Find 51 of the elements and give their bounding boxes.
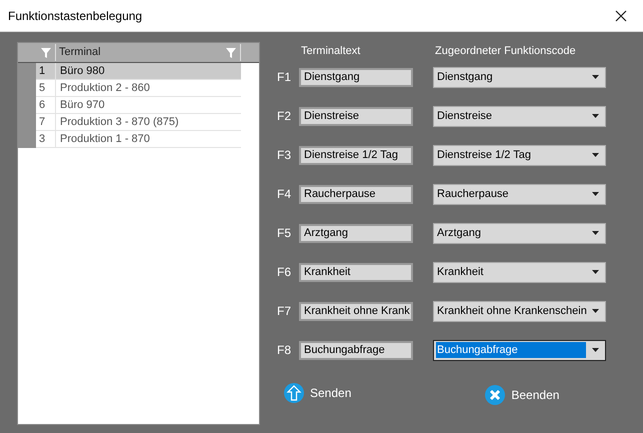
table-cell[interactable]: Produktion 1 - 870: [56, 130, 150, 148]
table-cell[interactable]: Büro 980: [56, 62, 105, 80]
text-field[interactable]: Krankheit: [299, 262, 413, 282]
text-field[interactable]: Dienstreise: [299, 106, 413, 126]
function-dropdown[interactable]: Dienstreise: [433, 106, 606, 126]
function-dropdown[interactable]: Krankheit ohne Krankenschein: [433, 300, 606, 322]
caret-icon[interactable]: [592, 309, 599, 313]
text-field[interactable]: Buchungabfrage: [299, 340, 413, 360]
row-number: 1: [36, 63, 56, 79]
text-field[interactable]: Krankheit ohne Krank: [299, 302, 413, 320]
text-field[interactable]: Dienstreise 1/2 Tag: [299, 146, 413, 164]
window-title: Funktionstastenbelegung: [8, 8, 142, 24]
function-dropdown[interactable]: Raucherpause: [433, 184, 606, 204]
caret-icon[interactable]: [592, 270, 599, 274]
row-number: 5: [36, 80, 56, 96]
table-cell[interactable]: Büro 970: [56, 96, 105, 114]
column-header: Terminaltext: [301, 44, 362, 59]
table-cell[interactable]: Produktion 2 - 860: [56, 80, 150, 96]
caret-icon[interactable]: [592, 348, 599, 352]
key-label: F7: [277, 303, 292, 320]
column-header: Zugeordneter Funktionscode: [435, 44, 576, 59]
caret-icon[interactable]: [592, 192, 599, 196]
column-header[interactable]: Terminal: [59, 44, 101, 61]
row-number: 6: [36, 97, 56, 113]
key-label: F1: [277, 69, 292, 86]
function-dropdown[interactable]: Buchungabfrage: [433, 340, 606, 360]
table-cell[interactable]: Produktion 3 - 870 (875): [56, 114, 179, 130]
key-label: F8: [277, 342, 292, 359]
key-label: F5: [277, 225, 292, 242]
caret-icon[interactable]: [592, 114, 599, 118]
text-field[interactable]: Dienstgang: [299, 68, 413, 86]
close-icon: [485, 385, 506, 405]
send-button[interactable]: Senden: [284, 381, 352, 405]
key-label: F4: [277, 186, 292, 203]
key-label: F3: [277, 147, 292, 164]
caret-icon[interactable]: [592, 153, 599, 157]
function-dropdown[interactable]: Arztgang: [433, 222, 606, 244]
caret-icon[interactable]: [592, 231, 599, 235]
quit-button[interactable]: Beenden: [485, 385, 560, 405]
caret-icon[interactable]: [592, 75, 599, 79]
key-label: F6: [277, 264, 292, 281]
upload-icon: [284, 383, 304, 403]
function-dropdown[interactable]: Dienstreise 1/2 Tag: [433, 144, 606, 166]
function-dropdown[interactable]: Dienstgang: [433, 66, 606, 88]
function-dropdown[interactable]: Krankheit: [433, 262, 606, 282]
close-icon[interactable]: [615, 10, 627, 22]
text-field[interactable]: Arztgang: [299, 224, 413, 242]
text-field[interactable]: Raucherpause: [299, 184, 413, 204]
row-number: 7: [36, 114, 56, 130]
key-label: F2: [277, 108, 292, 125]
row-number: 3: [36, 131, 56, 147]
